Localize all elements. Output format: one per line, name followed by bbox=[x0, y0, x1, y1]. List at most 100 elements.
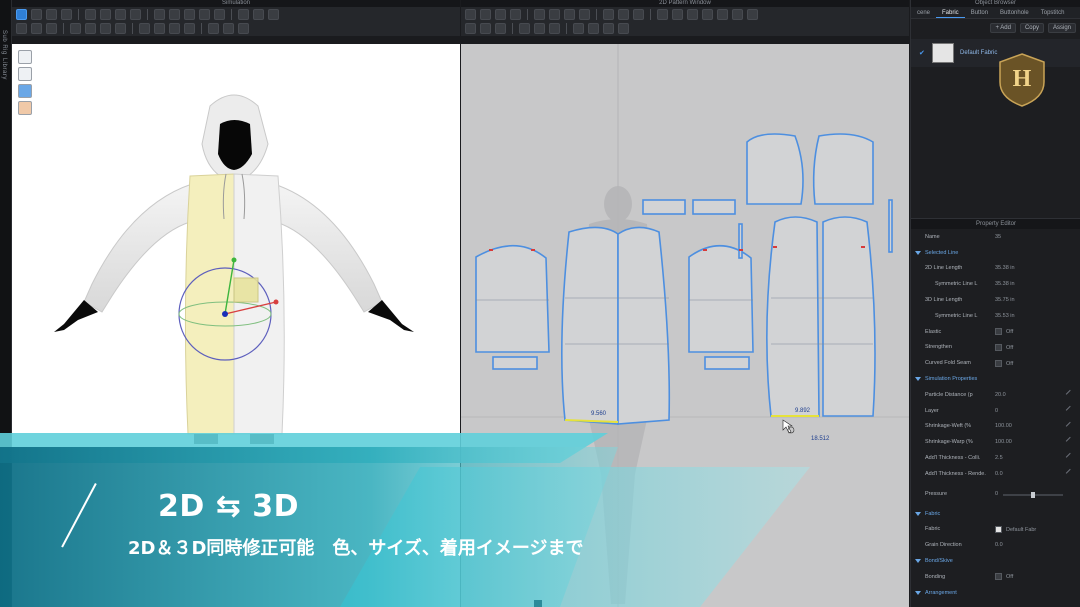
copy-fabric-button[interactable]: Copy bbox=[1019, 23, 1044, 33]
display-skin-icon[interactable] bbox=[18, 101, 32, 115]
grid-toggle-icon[interactable] bbox=[618, 23, 629, 34]
video-icon[interactable] bbox=[238, 23, 249, 34]
transform-pattern-icon[interactable] bbox=[480, 9, 491, 20]
pose-icon[interactable] bbox=[85, 23, 96, 34]
edit-pencil-icon[interactable] bbox=[1065, 421, 1075, 430]
polygon-icon[interactable] bbox=[534, 9, 545, 20]
internal-polygon-icon[interactable] bbox=[579, 9, 590, 20]
prop-layer[interactable]: Layer 0 bbox=[911, 403, 1080, 419]
select-tool-icon[interactable] bbox=[16, 9, 27, 20]
puckering-icon[interactable] bbox=[573, 23, 584, 34]
button-tool-icon[interactable] bbox=[169, 9, 180, 20]
zip-strip-pattern-b[interactable] bbox=[888, 199, 893, 253]
prop-fabric[interactable]: Fabric Default Fabr bbox=[911, 522, 1080, 538]
curved-fold-checkbox[interactable] bbox=[995, 359, 1002, 367]
edit-point-icon[interactable] bbox=[495, 9, 506, 20]
edit-pencil-icon[interactable] bbox=[1065, 468, 1075, 478]
edit-pencil-icon[interactable] bbox=[1065, 452, 1075, 462]
elastic-checkbox[interactable] bbox=[995, 328, 1002, 336]
sleeve-pattern-right[interactable] bbox=[688, 245, 754, 353]
notch-icon[interactable] bbox=[657, 9, 668, 20]
tab-fabric[interactable]: Fabric bbox=[936, 7, 965, 18]
hood-pattern-left[interactable] bbox=[746, 133, 804, 205]
prop-shrinkage-weft[interactable]: Shrinkage-Weft (% 100.00 bbox=[911, 419, 1080, 435]
snapshot-icon[interactable] bbox=[223, 23, 234, 34]
display-avatar-icon[interactable] bbox=[18, 67, 32, 81]
prop-add-thickness-collision[interactable]: Add'l Thickness - Colli. 2.5 bbox=[911, 450, 1080, 466]
hood-strip-pattern-b[interactable] bbox=[692, 199, 736, 215]
seam-tool-icon[interactable] bbox=[130, 9, 141, 20]
trace-icon[interactable] bbox=[480, 23, 491, 34]
tack-tool-icon[interactable] bbox=[100, 9, 111, 20]
prop-2d-line-length[interactable]: 2D Line Length 35.38 in bbox=[911, 261, 1080, 277]
morph-icon[interactable] bbox=[70, 23, 81, 34]
prop-3d-line-length[interactable]: 3D Line Length 35.75 in bbox=[911, 292, 1080, 308]
fit-icon[interactable] bbox=[115, 23, 126, 34]
tab-buttonhole[interactable]: Buttonhole bbox=[994, 7, 1035, 18]
prop-pressure[interactable]: Pressure 0 bbox=[911, 482, 1080, 506]
graphic-2d-icon[interactable] bbox=[747, 9, 758, 20]
tab-button[interactable]: Button bbox=[965, 7, 994, 18]
fabric-swatch-small[interactable] bbox=[995, 525, 1002, 533]
zip-strip-pattern-a[interactable] bbox=[738, 223, 743, 259]
prop-shrinkage-warp[interactable]: Shrinkage-Warp (% 100.00 bbox=[911, 434, 1080, 450]
offset-icon[interactable] bbox=[465, 23, 476, 34]
viewport-2d[interactable]: 9.560 9.892 18.512 bbox=[461, 44, 909, 607]
prop-symmetric-line-a[interactable]: Symmetric Line L 35.38 in bbox=[911, 276, 1080, 292]
transform-tool-icon[interactable] bbox=[31, 9, 42, 20]
assign-fabric-button[interactable]: Assign bbox=[1047, 23, 1076, 33]
tab-library[interactable]: Library bbox=[1, 58, 7, 80]
dart-icon[interactable] bbox=[672, 9, 683, 20]
tab-scene[interactable]: cene bbox=[911, 7, 936, 18]
grading-icon[interactable] bbox=[495, 23, 506, 34]
ellipse-icon[interactable] bbox=[564, 9, 575, 20]
section-selected-line[interactable]: Selected Line bbox=[911, 245, 1080, 261]
edit-pencil-icon[interactable] bbox=[1065, 405, 1075, 415]
add-fabric-button[interactable]: + Add bbox=[990, 23, 1016, 33]
bonding-checkbox[interactable] bbox=[995, 573, 1002, 581]
show-pins-icon[interactable] bbox=[169, 23, 180, 34]
measure-tool-icon[interactable] bbox=[115, 9, 126, 20]
edit-pencil-icon[interactable] bbox=[1065, 389, 1075, 399]
topstitch-tool-icon[interactable] bbox=[184, 9, 195, 20]
left-sleeve[interactable] bbox=[83, 183, 193, 313]
cuff-pattern-left[interactable] bbox=[492, 356, 538, 370]
fold-tool-icon[interactable] bbox=[46, 9, 57, 20]
rectangle-icon[interactable] bbox=[549, 9, 560, 20]
sleeve-pattern-left[interactable] bbox=[475, 245, 550, 353]
prop-strengthen[interactable]: Strengthen Off bbox=[911, 340, 1080, 356]
back-body-pattern-right[interactable] bbox=[822, 216, 876, 417]
front-body-pattern-left[interactable] bbox=[561, 226, 619, 425]
pin-tool-icon[interactable] bbox=[85, 9, 96, 20]
cuff-pattern-right[interactable] bbox=[704, 356, 750, 370]
free-sewing-icon[interactable] bbox=[618, 9, 629, 20]
right-sleeve[interactable] bbox=[273, 183, 383, 313]
seam-allowance-icon[interactable] bbox=[702, 9, 713, 20]
prop-grain-direction[interactable]: Grain Direction 0.0 bbox=[911, 537, 1080, 553]
strengthen-checkbox[interactable] bbox=[995, 343, 1002, 351]
edit-curvature-icon[interactable] bbox=[510, 9, 521, 20]
prop-add-thickness-render[interactable]: Add'l Thickness - Rende. 0.0 bbox=[911, 466, 1080, 482]
strain-map-icon[interactable] bbox=[139, 23, 150, 34]
avatar-icon[interactable] bbox=[31, 23, 42, 34]
graphic-tool-icon[interactable] bbox=[199, 9, 210, 20]
front-body-pattern-right[interactable] bbox=[617, 226, 671, 425]
arrange-icon[interactable] bbox=[46, 23, 57, 34]
annotation-icon[interactable] bbox=[588, 23, 599, 34]
texture-tool-icon[interactable] bbox=[214, 9, 225, 20]
fabric-swatch[interactable] bbox=[932, 43, 954, 63]
section-arrangement[interactable]: Arrangement bbox=[911, 585, 1080, 601]
symmetry-icon[interactable] bbox=[534, 23, 545, 34]
simulate-icon[interactable] bbox=[16, 23, 27, 34]
prop-elastic[interactable]: Elastic Off bbox=[911, 324, 1080, 340]
lasso-tool-icon[interactable] bbox=[268, 9, 279, 20]
texture-2d-icon[interactable] bbox=[732, 9, 743, 20]
rule-icon[interactable] bbox=[519, 23, 530, 34]
zoom-fit-icon[interactable] bbox=[603, 23, 614, 34]
point-tool-icon[interactable] bbox=[61, 9, 72, 20]
show-seam-icon[interactable] bbox=[184, 23, 195, 34]
size-icon[interactable] bbox=[100, 23, 111, 34]
section-simulation-properties[interactable]: Simulation Properties bbox=[911, 371, 1080, 387]
zip-tool-icon[interactable] bbox=[154, 9, 165, 20]
prop-curved-fold[interactable]: Curved Fold Seam Off bbox=[911, 355, 1080, 371]
